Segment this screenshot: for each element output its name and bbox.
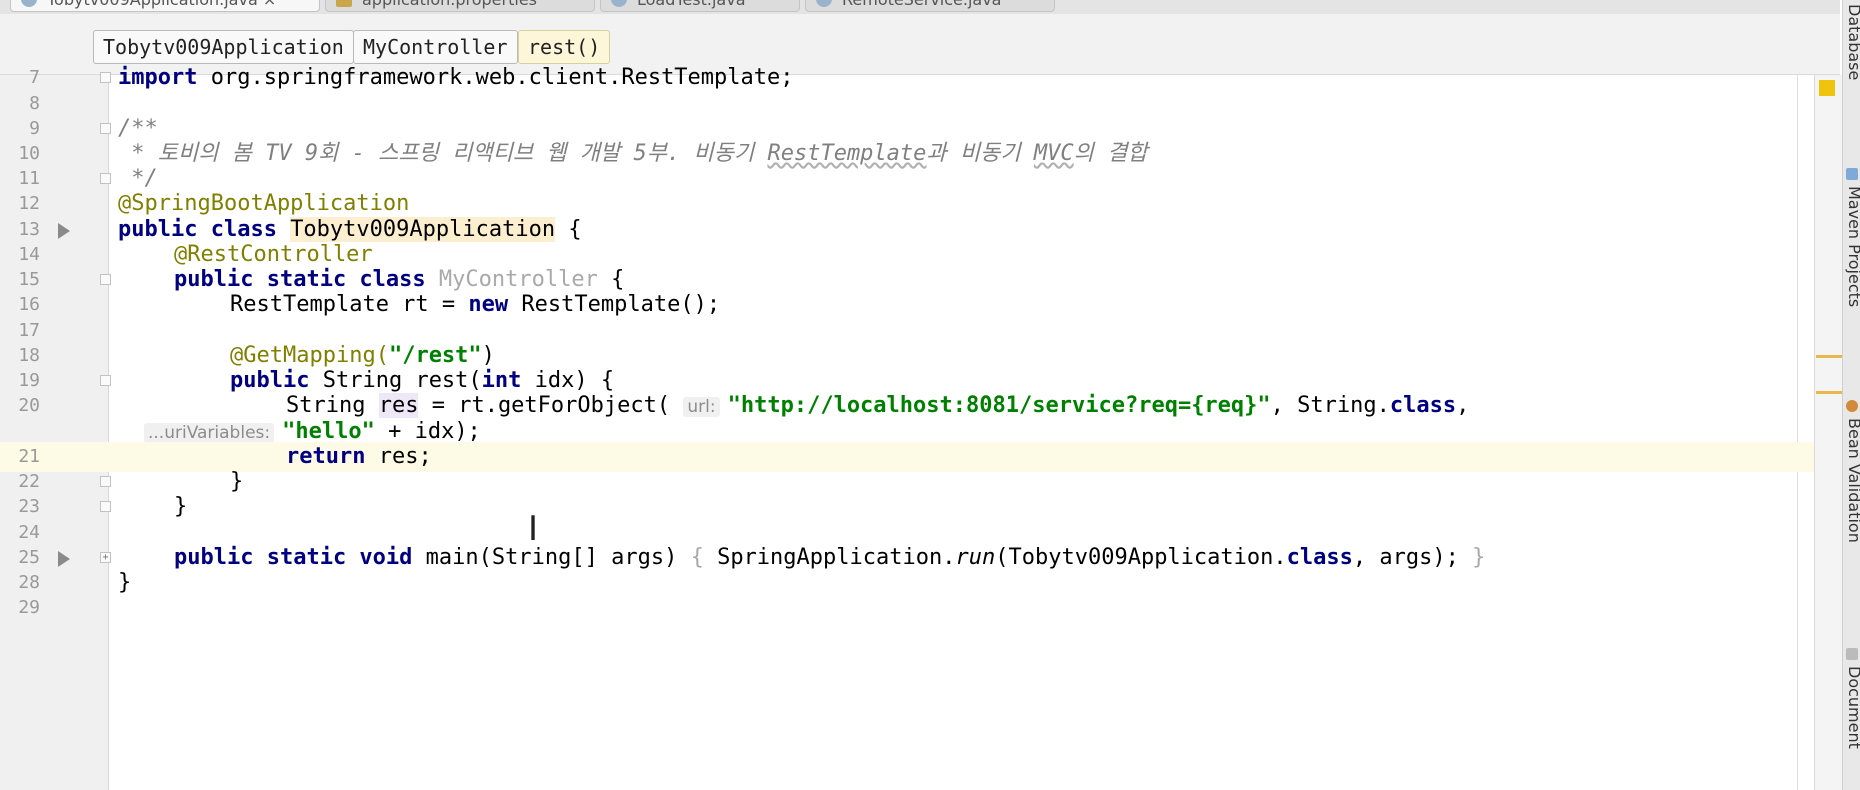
java-class-icon xyxy=(21,0,37,7)
fold-marker-icon[interactable] xyxy=(100,274,111,285)
breadcrumb-method[interactable]: rest() xyxy=(518,30,611,64)
tool-window-database[interactable]: Database xyxy=(1845,4,1860,80)
fold-marker-icon[interactable] xyxy=(100,173,111,184)
java-class-icon xyxy=(816,0,832,7)
stripe-marker[interactable] xyxy=(1816,391,1842,394)
stripe-marker[interactable] xyxy=(1816,355,1842,358)
tab-application-properties[interactable]: application.properties xyxy=(325,0,595,12)
tab-label: RemoteService.java xyxy=(842,0,1001,9)
breadcrumb-inner-class[interactable]: MyController xyxy=(353,30,518,64)
java-class-icon xyxy=(611,0,627,7)
properties-file-icon xyxy=(336,0,352,7)
document-icon xyxy=(1846,648,1858,660)
fold-marker-icon[interactable] xyxy=(100,501,111,512)
fold-marker-icon[interactable] xyxy=(100,375,111,386)
text-cursor-icon: I xyxy=(528,509,539,549)
tab-label: LoadTest.java xyxy=(637,0,746,9)
bean-validation-icon xyxy=(1846,400,1858,412)
tool-window-maven-projects[interactable]: Maven Projects xyxy=(1845,186,1860,307)
tab-label: Tobytv009Application.java xyxy=(47,0,258,9)
tab-close-icon[interactable]: × xyxy=(263,0,276,9)
line-number: 29 xyxy=(18,597,40,618)
error-stripe[interactable] xyxy=(1814,75,1843,790)
code-line-29: 29 xyxy=(0,593,1814,623)
tab-tobytv009application[interactable]: Tobytv009Application.java × xyxy=(10,0,320,12)
tab-label: application.properties xyxy=(362,0,537,9)
parameter-hint: url: xyxy=(683,397,720,417)
inspection-status-icon[interactable] xyxy=(1819,80,1835,96)
fold-marker-icon[interactable] xyxy=(100,476,111,487)
tool-window-bean-validation[interactable]: Bean Validation xyxy=(1845,418,1860,543)
tool-window-strip: Database Maven Projects Bean Validation … xyxy=(1842,0,1860,790)
expand-fold-icon[interactable]: + xyxy=(100,552,111,563)
breadcrumb-class[interactable]: Tobytv009Application xyxy=(93,30,354,64)
fold-marker-icon[interactable] xyxy=(100,123,111,134)
run-gutter-icon[interactable] xyxy=(58,223,70,239)
tab-remoteservice[interactable]: RemoteService.java xyxy=(805,0,1055,12)
maven-icon xyxy=(1846,168,1858,180)
tool-window-document[interactable]: Document xyxy=(1845,666,1860,749)
fold-marker-icon[interactable] xyxy=(100,72,111,83)
parameter-hint: ...uriVariables: xyxy=(144,423,275,443)
editor-tab-bar: Tobytv009Application.java × application.… xyxy=(0,0,1840,15)
run-gutter-icon[interactable] xyxy=(58,551,70,567)
tab-loadtest[interactable]: LoadTest.java xyxy=(600,0,800,12)
